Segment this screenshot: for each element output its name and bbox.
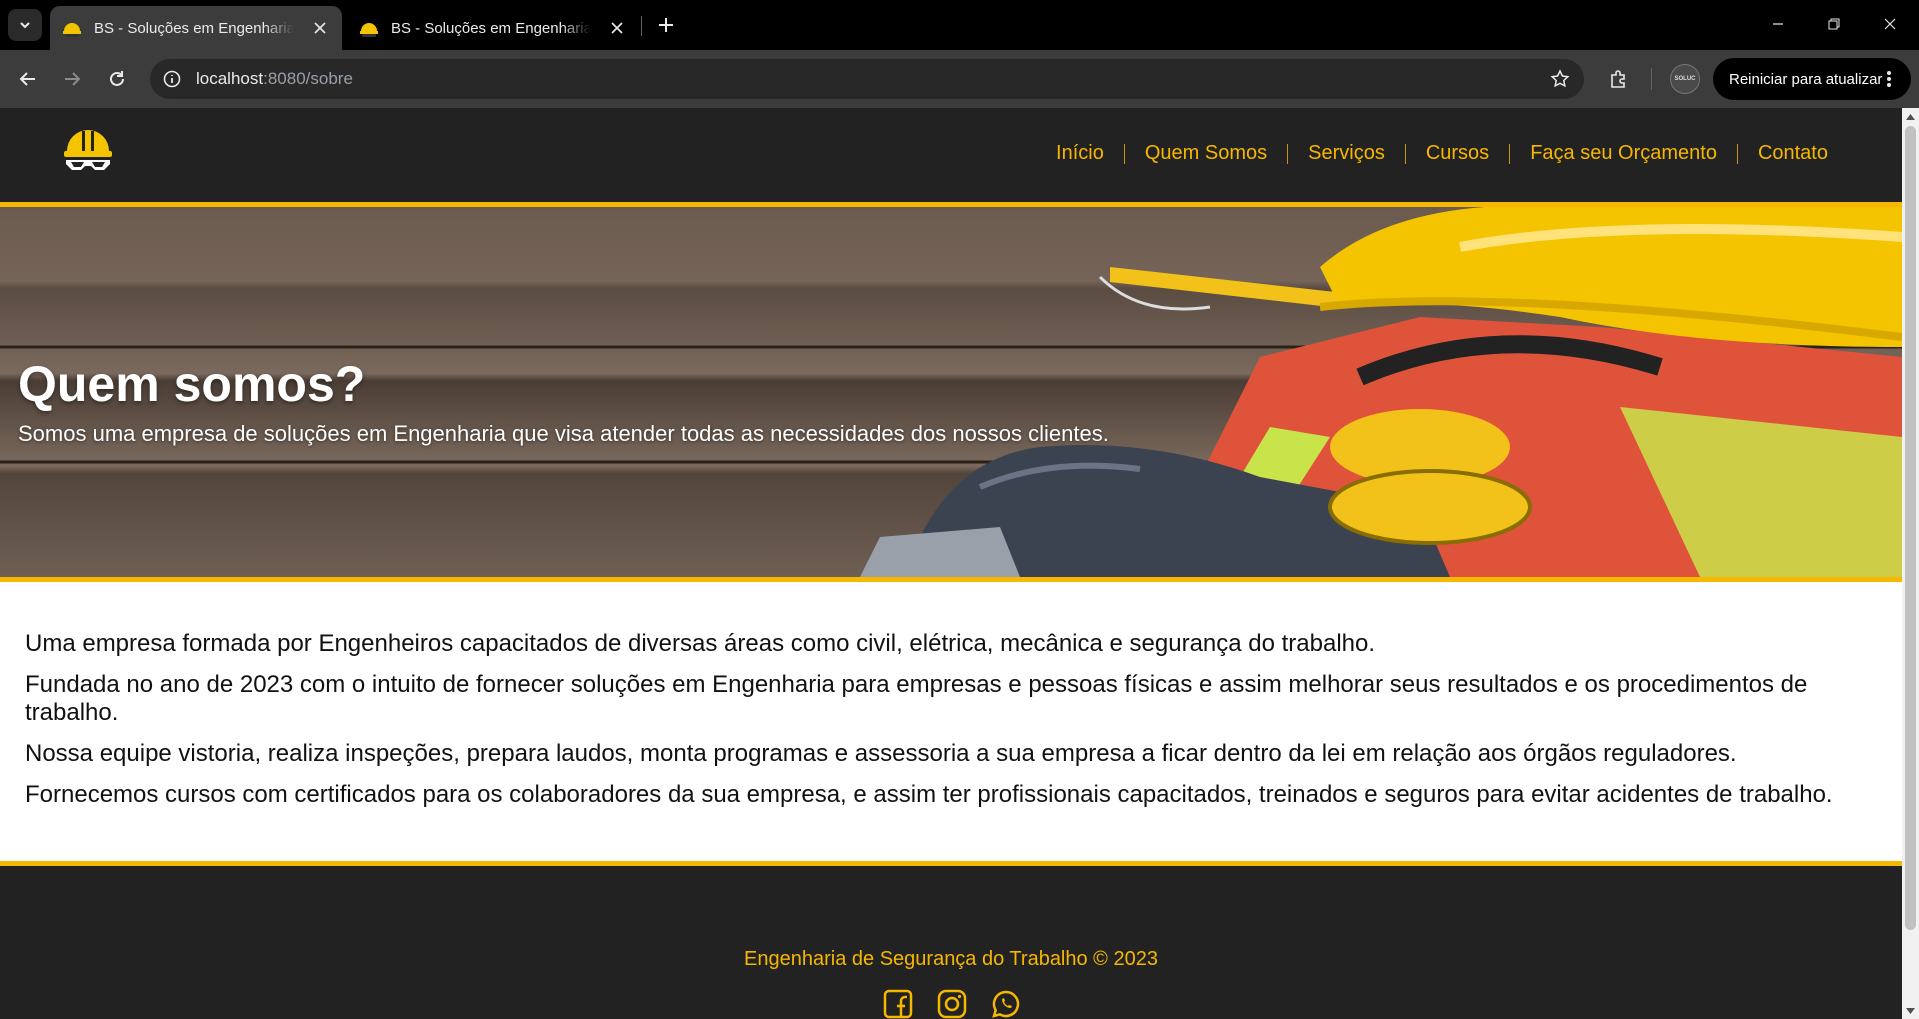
tab-title: BS - Soluções em Engenharia e Segurança [94,19,294,37]
social-links [880,986,1024,1019]
restore-icon [1828,18,1840,30]
scrollbar-thumb[interactable] [1905,126,1916,930]
hero-text: Quem somos? Somos uma empresa de soluçõe… [18,357,1109,447]
about-paragraph: Fornecemos cursos com certificados para … [25,781,1833,808]
back-button[interactable] [12,63,44,95]
main-nav: Início Quem Somos Serviços Cursos Faça s… [1056,142,1828,165]
facebook-icon[interactable] [880,986,916,1019]
hardhat-favicon-icon [62,18,82,38]
new-tab-button[interactable] [652,11,680,39]
about-paragraph: Uma empresa formada por Engenheiros capa… [25,630,1376,657]
forward-button[interactable] [56,63,88,95]
nav-link-orcamento[interactable]: Faça seu Orçamento [1530,142,1717,165]
hardhat-favicon-icon [359,18,379,38]
reload-button[interactable] [101,63,133,95]
close-icon [1884,18,1896,30]
minimize-button[interactable] [1758,8,1798,40]
close-window-button[interactable] [1870,8,1910,40]
close-icon[interactable] [310,18,330,38]
hero-title: Quem somos? [18,356,366,412]
arrow-right-icon [65,72,81,86]
nav-link-contato[interactable]: Contato [1758,142,1828,165]
nav-separator [1123,143,1125,164]
nav-separator [1404,143,1406,164]
page-viewport: Início Quem Somos Serviços Cursos Faça s… [0,108,1919,1019]
nav-link-inicio[interactable]: Início [1056,142,1104,165]
address-bar[interactable]: localhost:8080/sobre [150,59,1584,99]
scroll-down-arrow-icon[interactable] [1902,1002,1919,1019]
nav-link-servicos[interactable]: Serviços [1308,142,1385,165]
tab-separator [641,16,642,36]
update-button-label: Reiniciar para atualizar [1729,70,1883,88]
browser-toolbar: localhost:8080/sobre SOLUC Reiniciar par… [0,50,1919,108]
profile-avatar[interactable]: SOLUC [1670,64,1700,94]
about-paragraph: Fundada no ano de 2023 com o intuito de … [25,671,1808,726]
tab-strip: BS - Soluções em Engenharia e Segurança … [0,0,1919,50]
nav-separator [1287,143,1289,164]
tab-search-button[interactable] [8,9,42,41]
restore-button[interactable] [1814,8,1854,40]
hero-subtitle: Somos uma empresa de soluções em Engenha… [18,421,1109,446]
hardhat-logo-icon[interactable] [62,127,114,177]
reload-icon [110,71,124,86]
minimize-icon [1773,23,1783,25]
tab-inactive[interactable]: BS - Soluções em Engenharia e Segurança [347,6,639,50]
plus-icon [659,18,673,32]
site-footer: Engenharia de Segurança do Trabalho © 20… [0,861,1902,1019]
nav-link-quem-somos[interactable]: Quem Somos [1145,142,1267,165]
tab-title: BS - Soluções em Engenharia e Segurança [391,19,591,37]
bookmark-star-icon[interactable] [1550,69,1570,89]
nav-separator [1736,143,1738,164]
extensions-button[interactable] [1604,64,1634,94]
site-info-icon[interactable] [162,69,182,89]
page-scrollbar[interactable] [1902,108,1919,1019]
footer-copyright: Engenharia de Segurança do Trabalho © 20… [744,948,1158,970]
toolbar-divider [1651,68,1652,90]
site-header: Início Quem Somos Serviços Cursos Faça s… [0,108,1902,207]
puzzle-icon [1611,70,1625,88]
whatsapp-icon[interactable] [988,986,1024,1019]
tab-active[interactable]: BS - Soluções em Engenharia e Segurança [50,6,342,50]
more-vert-icon[interactable] [1879,69,1899,89]
chevron-down-icon [20,22,30,29]
about-paragraph: Nossa equipe vistoria, realiza inspeções… [25,740,1737,767]
nav-link-cursos[interactable]: Cursos [1426,142,1489,165]
update-button[interactable]: Reiniciar para atualizar [1713,58,1911,100]
close-icon[interactable] [607,18,627,38]
scroll-up-arrow-icon[interactable] [1902,108,1919,125]
url-text: localhost:8080/sobre [196,69,353,88]
about-content: Uma empresa formada por Engenheiros capa… [25,630,1887,822]
instagram-icon[interactable] [934,986,970,1019]
website: Início Quem Somos Serviços Cursos Faça s… [0,108,1902,1019]
nav-separator [1509,143,1511,164]
arrow-left-icon [19,72,35,86]
hero-banner: Quem somos? Somos uma empresa de soluçõe… [0,207,1902,582]
